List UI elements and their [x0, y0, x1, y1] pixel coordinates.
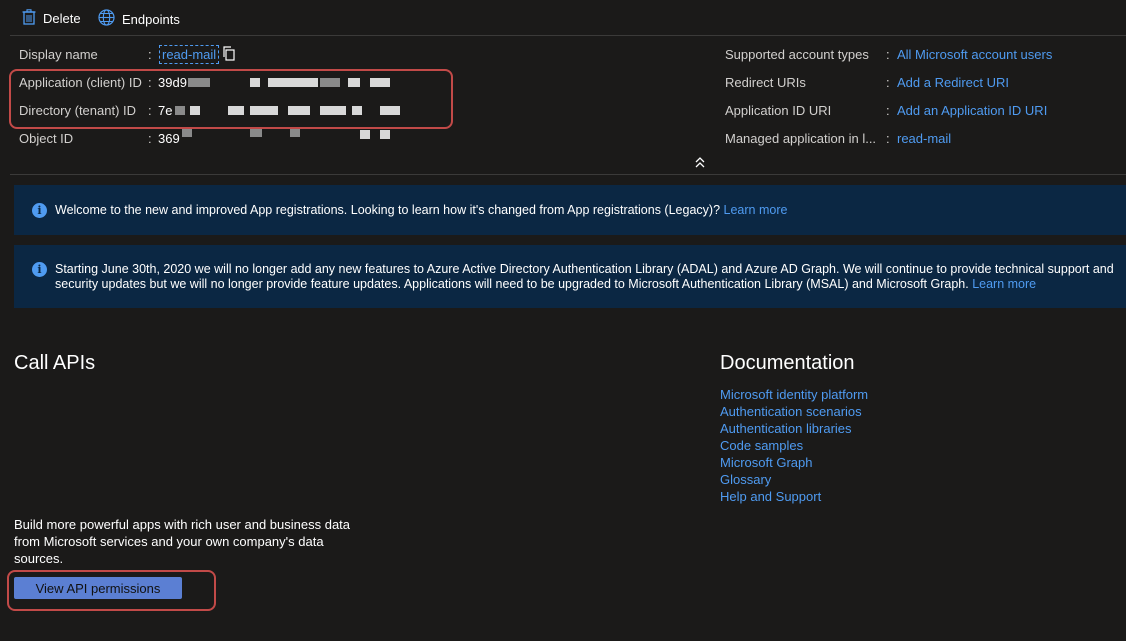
display-name-link[interactable]: read-mail: [159, 45, 220, 64]
doc-link-microsoft-graph[interactable]: Microsoft Graph: [720, 455, 812, 470]
adal-banner: i Starting June 30th, 2020 we will no lo…: [14, 245, 1126, 308]
command-bar: Delete Endpoints: [0, 0, 1126, 36]
copy-icon[interactable]: [222, 46, 236, 64]
managed-app-link[interactable]: read-mail: [897, 131, 951, 146]
doc-link-glossary[interactable]: Glossary: [720, 472, 771, 487]
colon: :: [886, 103, 890, 118]
doc-link-code-samples[interactable]: Code samples: [720, 438, 803, 453]
welcome-banner: i Welcome to the new and improved App re…: [14, 185, 1126, 235]
documentation-heading: Documentation: [720, 352, 855, 374]
app-id-uri-label: Application ID URI: [725, 103, 832, 118]
account-types-link[interactable]: All Microsoft account users: [897, 47, 1052, 62]
endpoints-button[interactable]: Endpoints: [98, 9, 180, 29]
view-api-permissions-button[interactable]: View API permissions: [14, 577, 182, 599]
welcome-learn-more-link[interactable]: Learn more: [724, 203, 788, 217]
object-id-value: 369: [158, 131, 180, 146]
tenant-id-label: Directory (tenant) ID: [19, 103, 137, 118]
call-apis-description: Build more powerful apps with rich user …: [14, 517, 351, 566]
doc-link-help-support[interactable]: Help and Support: [720, 489, 821, 504]
info-icon: i: [32, 203, 47, 218]
display-name-label: Display name: [19, 47, 98, 62]
call-apis-heading: Call APIs: [14, 352, 96, 374]
colon: :: [886, 47, 890, 62]
doc-link-auth-scenarios[interactable]: Authentication scenarios: [720, 404, 862, 419]
delete-button[interactable]: Delete: [22, 9, 81, 28]
redirect-uris-label: Redirect URIs: [725, 75, 806, 90]
account-types-label: Supported account types: [725, 47, 869, 62]
client-id-label: Application (client) ID: [19, 75, 142, 90]
welcome-banner-text: Welcome to the new and improved App regi…: [55, 203, 721, 217]
client-id-value: 39d9: [158, 75, 187, 90]
globe-icon: [98, 9, 115, 29]
endpoints-label: Endpoints: [122, 11, 180, 27]
doc-link-identity-platform[interactable]: Microsoft identity platform: [720, 387, 868, 402]
info-icon: i: [32, 262, 47, 277]
essentials-divider: [10, 174, 1126, 175]
colon: :: [148, 47, 152, 62]
toolbar-divider: [10, 35, 1126, 36]
tenant-id-value: 7e: [158, 103, 173, 118]
colon: :: [148, 103, 152, 118]
colon: :: [148, 75, 152, 90]
managed-app-label: Managed application in l...: [725, 131, 877, 146]
add-redirect-uri-link[interactable]: Add a Redirect URI: [897, 75, 1009, 90]
trash-icon: [22, 9, 36, 28]
collapse-chevron-icon[interactable]: [695, 156, 705, 171]
object-id-label: Object ID: [19, 131, 74, 146]
delete-label: Delete: [43, 11, 81, 26]
add-app-id-uri-link[interactable]: Add an Application ID URI: [897, 103, 1047, 118]
colon: :: [148, 131, 152, 146]
colon: :: [886, 131, 890, 146]
adal-learn-more-link[interactable]: Learn more: [972, 277, 1036, 291]
doc-link-auth-libraries[interactable]: Authentication libraries: [720, 421, 852, 436]
adal-banner-text: Starting June 30th, 2020 we will no long…: [55, 262, 1114, 291]
colon: :: [886, 75, 890, 90]
